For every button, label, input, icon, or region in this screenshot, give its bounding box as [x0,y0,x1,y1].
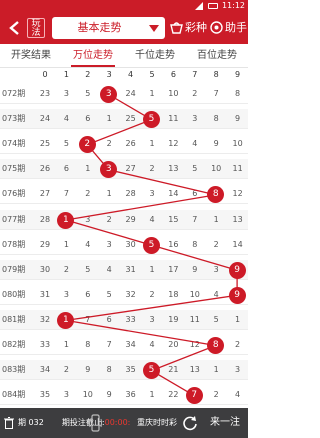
column-header-digit: 6 [170,70,176,79]
bottom-bar: 期 032 期投注截止:00:00: 重庆时时彩 来一注 [0,408,248,438]
delete-icon[interactable] [4,417,14,429]
chart-type-select[interactable]: 基本走势 [52,17,165,39]
column-header-digit: 5 [149,70,155,79]
deadline-info: 期 032 期投注截止:00:00: [18,408,130,438]
winning-digit-ball: 5 [143,362,160,380]
tab-ten-thousands-trend[interactable]: 万位走势 [62,44,124,67]
issue-number: 期 032 [18,418,44,427]
dropdown-arrow-icon [149,25,159,32]
winning-digit-ball: 7 [185,387,203,405]
tab-thousands-trend[interactable]: 千位走势 [124,44,186,67]
column-header-digit: 2 [85,70,91,79]
tab-draw-results[interactable]: 开奖结果 [0,44,62,67]
column-header-digit: 0 [42,70,48,79]
column-header-digit: 7 [192,70,198,79]
winning-digit-ball: 1 [57,211,75,229]
chart-type-label: 基本走势 [77,21,122,34]
assistant-label: 助手 [225,21,247,34]
back-arrow-icon[interactable] [4,16,26,40]
column-header-digit: 9 [235,70,241,79]
trend-line-layer [65,93,238,397]
help-icon [210,21,223,34]
winning-digit-ball: 2 [78,136,96,154]
winning-digit-ball: 5 [143,111,160,129]
status-bar: 11:12 [0,0,248,12]
shake-phone-icon[interactable] [89,413,102,433]
lottery-type-icon [170,22,183,34]
column-header-digit: 3 [106,70,112,79]
trend-grid: 072期 23 3 5 3 24 1 10 2 7 8 073期 24 4 6 1 25 5 11 3 8 9 074期 25… [0,82,248,408]
column-header-digit: 8 [213,70,219,79]
signal-icon [195,2,203,10]
lottery-type-label: 彩种 [185,21,207,34]
random-pick-button[interactable]: 来一注 [205,412,245,434]
digit-column-header: 0 1 2 3 4 5 6 7 8 9 [0,68,248,82]
refresh-icon[interactable] [182,415,198,431]
tab-hundreds-trend[interactable]: 百位走势 [186,44,248,67]
winning-digit-ball: 9 [228,286,246,304]
battery-icon [208,3,218,9]
lottery-game-name: 重庆时时彩 [137,418,177,427]
status-time: 11:12 [221,1,245,10]
tab-bar: 开奖结果 万位走势 千位走势 百位走势 [0,44,248,68]
play-mode-button[interactable]: 玩法 [27,18,45,38]
winning-digit-ball: 9 [228,261,246,279]
winning-digit-ball: 5 [143,236,160,254]
lottery-type-button[interactable]: 彩种 [170,18,210,38]
column-header-digit: 1 [63,70,69,79]
deadline-countdown: 00:00: [104,418,131,427]
column-header-digit: 4 [128,70,134,79]
assistant-button[interactable]: 助手 [210,18,248,38]
title-bar: 玩法 基本走势 彩种 助手 [0,12,248,44]
